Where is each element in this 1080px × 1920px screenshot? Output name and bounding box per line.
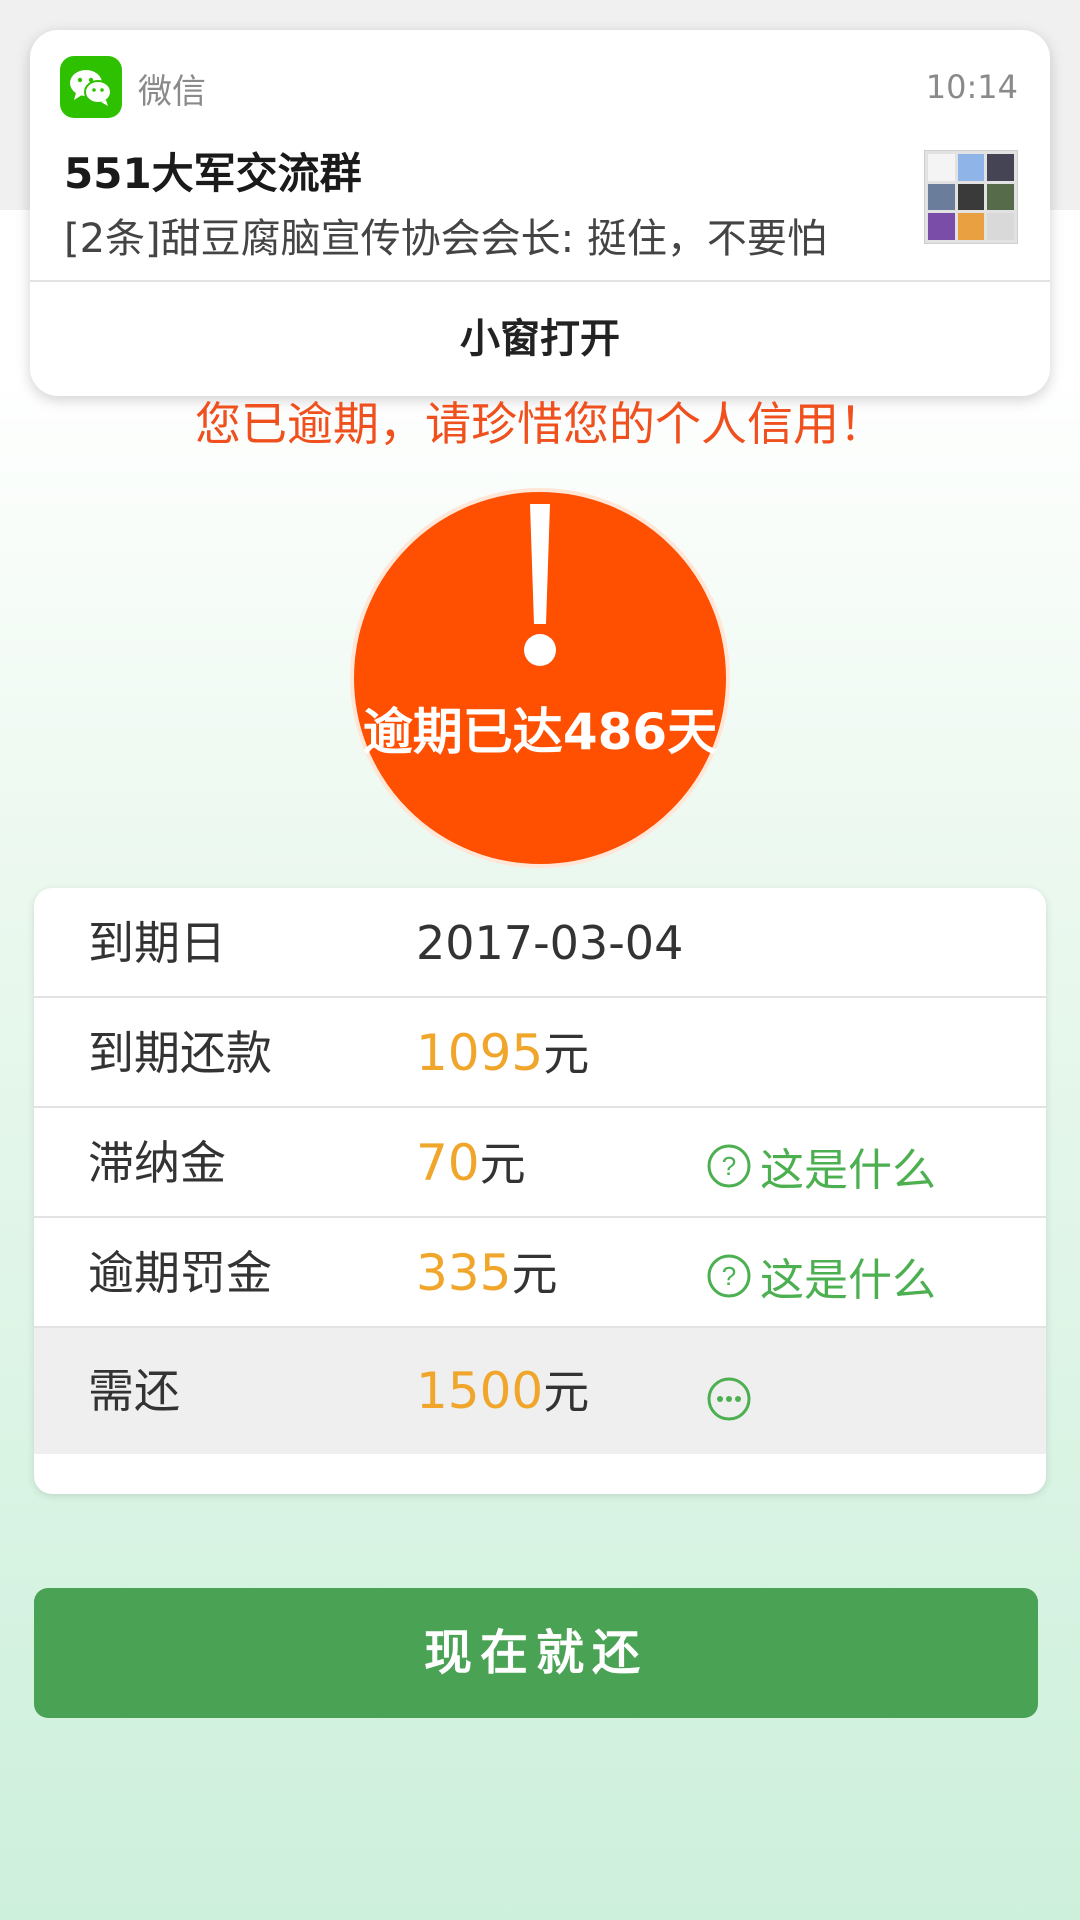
row-label: 逾期罚金 <box>88 1246 272 1300</box>
help-label: 这是什么 <box>760 1255 936 1306</box>
pay-now-button[interactable]: 现在就还 <box>34 1588 1038 1718</box>
late-fee-row: 滞纳金 70元 ? 这是什么 <box>34 1108 1046 1218</box>
exclamation-icon <box>524 504 556 666</box>
help-label: 这是什么 <box>760 1145 936 1196</box>
overdue-prefix: 逾期已达 <box>362 703 563 761</box>
overdue-days-text: 逾期已达486天 <box>354 692 726 764</box>
total-due-row: 需还 1500元 <box>34 1328 1046 1454</box>
row-label: 到期还款 <box>88 1026 272 1080</box>
notification-app-name: 微信 <box>138 72 206 112</box>
notification-title: 551大军交流群 <box>64 149 362 198</box>
late-fee-help-link[interactable]: ? 这是什么 <box>706 1136 936 1196</box>
overdue-suffix: 天 <box>667 703 718 761</box>
wechat-notification[interactable]: 微信 10:14 551大军交流群 [2条]甜豆腐脑宣传协会会长: 挺住，不要怕… <box>30 30 1050 396</box>
total-due-value: 1500元 <box>416 1362 590 1420</box>
more-circle-icon <box>707 1377 751 1421</box>
svg-text:?: ? <box>722 1261 736 1291</box>
group-avatar <box>924 150 1018 244</box>
question-circle-icon: ? <box>707 1144 751 1188</box>
more-details-button[interactable] <box>706 1376 752 1426</box>
row-label: 需还 <box>88 1364 180 1418</box>
penalty-help-link[interactable]: ? 这是什么 <box>706 1246 936 1306</box>
question-circle-icon: ? <box>707 1254 751 1298</box>
overdue-penalty-row: 逾期罚金 335元 ? 这是什么 <box>34 1218 1046 1328</box>
row-label: 滞纳金 <box>88 1136 226 1190</box>
overdue-days: 486 <box>562 703 668 761</box>
repayment-details-table: 到期日 2017-03-04 到期还款 1095元 滞纳金 70元 ? 这是什么… <box>34 888 1046 1494</box>
overdue-badge: 逾期已达486天 <box>350 488 730 868</box>
due-amount-value: 1095元 <box>416 1024 590 1082</box>
notification-message: [2条]甜豆腐脑宣传协会会长: 挺住，不要怕 <box>64 216 827 262</box>
overdue-warning: 您已逾期，请珍惜您的个人信用！ <box>195 397 885 451</box>
due-date-row: 到期日 2017-03-04 <box>34 888 1046 998</box>
due-amount-row: 到期还款 1095元 <box>34 998 1046 1108</box>
overdue-penalty-value: 335元 <box>416 1244 558 1302</box>
open-in-small-window-button[interactable]: 小窗打开 <box>30 282 1050 396</box>
notification-time: 10:14 <box>925 68 1018 106</box>
late-fee-value: 70元 <box>416 1134 526 1192</box>
svg-text:?: ? <box>722 1151 736 1181</box>
row-label: 到期日 <box>88 916 226 970</box>
due-date-value: 2017-03-04 <box>416 916 684 970</box>
wechat-icon <box>60 56 122 118</box>
